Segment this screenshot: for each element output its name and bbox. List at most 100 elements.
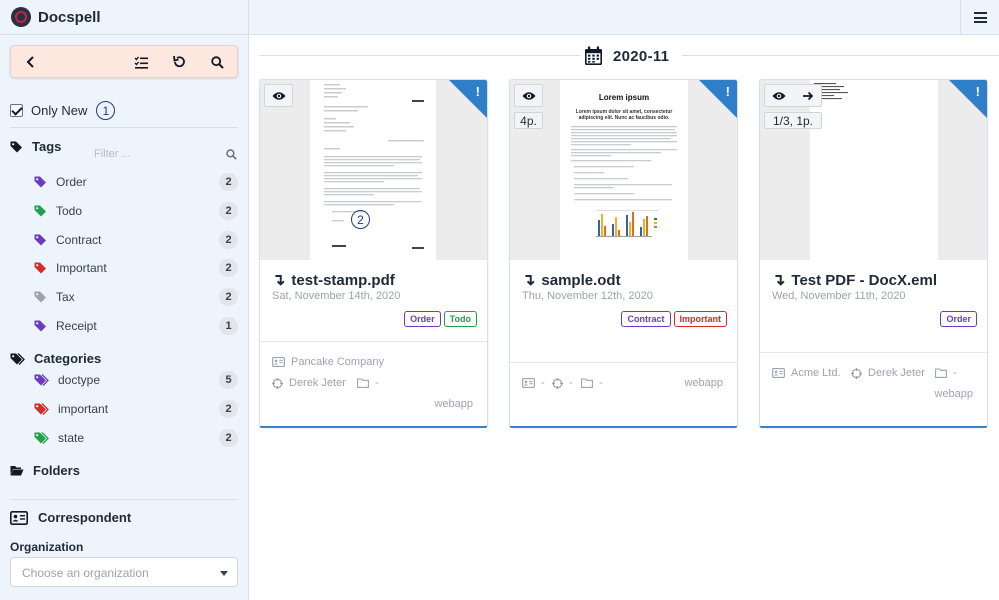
folders-title: Folders	[33, 463, 80, 478]
item-person[interactable]: -	[552, 377, 573, 389]
folders-header[interactable]: Folders	[10, 463, 80, 478]
topbar-divider	[248, 0, 249, 35]
item-title[interactable]: ↴ Test PDF - DocX.eml	[772, 270, 937, 290]
tag-item-tax[interactable]: Tax 2	[34, 287, 239, 307]
item-card[interactable]: 1/3, 1p. ! ↴ Test PDF - DocX.eml Wed, No…	[759, 79, 988, 428]
organization-select[interactable]: Choose an organization	[10, 557, 238, 587]
category-item-label: doctype	[58, 373, 101, 387]
tags-header[interactable]: Tags	[10, 139, 61, 154]
item-card[interactable]: Lorem ipsum Lorem ipsum dolor sit amet, …	[509, 79, 738, 428]
categories-header[interactable]: Categories	[10, 351, 101, 366]
tag-item-todo[interactable]: Todo 2	[34, 201, 239, 221]
category-item-doctype[interactable]: doctype 5	[34, 370, 239, 390]
preview-button[interactable]	[264, 84, 293, 107]
only-new-label: Only New	[31, 103, 88, 118]
item-folder[interactable]: -	[357, 377, 379, 389]
hamburger-icon	[973, 12, 987, 23]
preview-button[interactable]	[514, 84, 543, 107]
hide-sidebar-button[interactable]	[23, 54, 39, 70]
select-mode-button[interactable]	[133, 54, 149, 70]
document-thumbnail	[571, 126, 677, 237]
item-person[interactable]: Derek Jeter	[851, 367, 925, 379]
tag-filter-input[interactable]: Filter ...	[94, 148, 131, 160]
preview-button[interactable]	[765, 85, 793, 106]
folder-icon	[581, 378, 593, 388]
tags-icon	[10, 352, 25, 365]
tag-item-receipt[interactable]: Receipt 1	[34, 316, 239, 336]
tags-icon	[34, 432, 49, 444]
category-item-count: 2	[219, 429, 238, 447]
address-card-icon	[10, 510, 28, 525]
tag-icon	[34, 176, 46, 188]
person-name: Derek Jeter	[289, 377, 346, 389]
search-button[interactable]	[209, 54, 225, 70]
tags-title: Tags	[32, 139, 62, 154]
tag-item-label: Important	[56, 261, 107, 276]
label-chip[interactable]: Order	[404, 311, 441, 327]
only-new-toggle[interactable]: Only New 1	[10, 101, 116, 120]
item-preview[interactable]: 1/3, 1p. !	[760, 80, 987, 260]
preview-page	[810, 80, 938, 260]
item-title-text: sample.odt	[541, 271, 621, 289]
search-icon	[210, 55, 224, 69]
category-item-state[interactable]: state 2	[34, 428, 239, 448]
category-item-label: state	[58, 431, 85, 445]
new-item-corner	[949, 80, 987, 118]
next-attachment-button[interactable]	[794, 85, 822, 106]
label-chip[interactable]: Contract	[621, 311, 671, 327]
item-organization[interactable]: -	[522, 377, 545, 389]
main-menu-button[interactable]	[960, 0, 999, 35]
preview-page	[310, 80, 436, 260]
item-organization[interactable]: Acme Ltd.	[772, 367, 841, 379]
card-divider	[510, 362, 737, 363]
category-item-important[interactable]: important 2	[34, 399, 239, 419]
annotation-marker: 1	[96, 101, 116, 120]
item-preview[interactable]: Lorem ipsum Lorem ipsum dolor sit amet, …	[510, 80, 737, 260]
correspondent-header[interactable]: Correspondent	[10, 510, 131, 525]
search-sidebar: Only New 1 Tags Filter ... Order 2 Todo 2 Co…	[0, 35, 249, 600]
new-item-marker: !	[975, 84, 980, 99]
new-item-marker: !	[475, 84, 480, 99]
category-item-count: 5	[219, 371, 238, 389]
label-chip[interactable]: Order	[940, 311, 977, 327]
brand[interactable]: Docspell	[11, 7, 101, 27]
person-name: -	[569, 377, 573, 389]
new-item-marker: !	[725, 84, 730, 99]
sidebar-divider	[10, 127, 238, 128]
tag-item-contract[interactable]: Contract 2	[34, 230, 239, 250]
folder-open-icon	[10, 466, 24, 476]
new-item-corner	[699, 80, 737, 118]
item-title-text: test-stamp.pdf	[291, 271, 395, 289]
tag-item-order[interactable]: Order 2	[34, 172, 239, 192]
item-title-text: Test PDF - DocX.eml	[791, 271, 937, 289]
organization-name: -	[541, 377, 545, 389]
item-source: webapp	[934, 388, 973, 400]
folder-name: -	[375, 377, 379, 389]
item-title[interactable]: ↴ test-stamp.pdf	[272, 270, 395, 290]
label-chip[interactable]: Important	[673, 311, 727, 327]
item-card[interactable]: 2 ! ↴ test-stamp.pdf Sat, November 14th,…	[259, 79, 488, 428]
item-title[interactable]: ↴ sample.odt	[522, 270, 621, 290]
item-person[interactable]: Derek Jeter	[272, 377, 346, 389]
item-organization[interactable]: Pancake Company	[272, 356, 384, 368]
document-thumbnail	[324, 84, 424, 249]
item-preview[interactable]: 2 !	[260, 80, 487, 260]
tags-icon	[34, 403, 49, 415]
item-folder[interactable]: -	[581, 377, 603, 389]
folder-name: -	[953, 367, 957, 379]
preview-page: Lorem ipsum Lorem ipsum dolor sit amet, …	[560, 80, 688, 260]
tag-icon	[34, 205, 46, 217]
only-new-checkbox[interactable]	[10, 104, 23, 117]
page-count-badge: 4p.	[514, 112, 543, 129]
tag-item-label: Receipt	[56, 319, 97, 333]
incoming-arrow-icon: ↴	[522, 272, 536, 289]
label-chip[interactable]: Todo	[443, 311, 477, 327]
item-folder[interactable]: -	[935, 367, 957, 379]
category-item-label: important	[58, 402, 109, 416]
address-card-icon	[272, 357, 285, 367]
item-date: Sat, November 14th, 2020	[272, 290, 401, 302]
reset-search-button[interactable]	[171, 54, 187, 70]
tag-item-important[interactable]: Important 2	[34, 258, 239, 278]
tag-item-count: 2	[219, 173, 238, 191]
organization-name: Pancake Company	[291, 356, 384, 368]
